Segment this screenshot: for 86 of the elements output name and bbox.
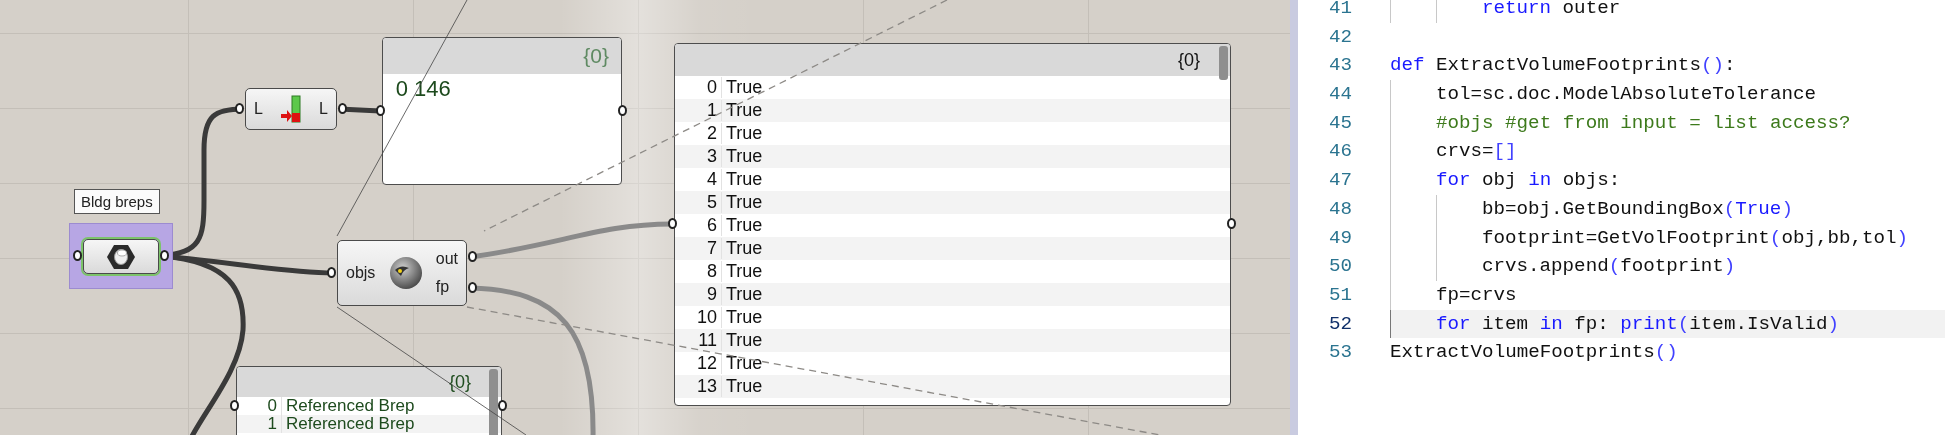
code-line: crvs.append(footprint) (1390, 252, 1945, 281)
brep-icon (104, 242, 138, 271)
tooltip: Bldg breps (74, 189, 160, 214)
code-line: crvs=[] (1390, 137, 1945, 167)
input-grip[interactable] (230, 400, 239, 411)
output-grip[interactable] (618, 105, 627, 116)
line-number: 50 (1327, 254, 1352, 280)
row-value: True (725, 100, 763, 121)
output-label: out (435, 249, 458, 269)
scrollbar[interactable] (489, 369, 498, 435)
row-index: 7 (675, 238, 722, 259)
output-grip[interactable] (1227, 218, 1236, 229)
row-index: 1 (675, 100, 722, 121)
row-index: 0 (394, 76, 409, 102)
line-number: 49 (1327, 225, 1352, 251)
row-index: 5 (675, 192, 722, 213)
row-index: 9 (675, 284, 722, 305)
row-index: 2 (675, 123, 722, 144)
output-grip[interactable] (468, 251, 477, 262)
row-index: 8 (675, 261, 722, 282)
brep-parameter[interactable] (83, 239, 159, 274)
row-value: True (725, 284, 763, 305)
input-grip[interactable] (327, 267, 336, 278)
input-grip[interactable] (235, 103, 244, 114)
row-index: 10 (675, 307, 722, 328)
output-grip[interactable] (498, 400, 507, 411)
output-label: L (319, 99, 328, 119)
path-label: {0} (583, 44, 609, 68)
line-number: 41 (1327, 0, 1352, 21)
row-index: 0 (675, 77, 722, 98)
row-value: True (725, 238, 763, 259)
code-line: #objs #get from input = list access? (1390, 108, 1945, 138)
row-value: Referenced Brep (285, 415, 415, 433)
row-value: Referenced Brep (285, 397, 415, 415)
row-value: 146 (413, 76, 451, 102)
row-index: 13 (675, 376, 722, 397)
line-number: 44 (1327, 82, 1352, 108)
code-line: ExtractVolumeFootprints() (1390, 340, 1679, 366)
row-value: True (725, 330, 763, 351)
row-index: 4 (675, 169, 722, 190)
output-label: fp (435, 277, 450, 297)
input-grip[interactable] (376, 105, 385, 116)
list-component[interactable]: L L (245, 88, 337, 130)
row-value: True (725, 353, 763, 374)
line-number: 52 (1327, 311, 1352, 337)
python-component[interactable]: objs out fp (337, 240, 467, 306)
line-number: 45 (1327, 110, 1352, 136)
line-number: 47 (1327, 168, 1352, 194)
line-number: 48 (1327, 196, 1352, 222)
code-line: bb=obj.GetBoundingBox(True) (1390, 194, 1945, 224)
list-length-icon (280, 95, 302, 123)
line-number: 51 (1327, 282, 1352, 308)
snake-icon (388, 256, 423, 290)
row-value: True (725, 192, 763, 213)
row-value: True (725, 376, 763, 397)
input-grip[interactable] (73, 250, 82, 261)
code-line: def ExtractVolumeFootprints(): (1390, 53, 1737, 79)
path-label: {0} (1177, 49, 1200, 71)
line-number: 43 (1327, 53, 1352, 79)
path-label: {0} (448, 371, 471, 393)
row-value: True (725, 215, 763, 236)
output-grip[interactable] (338, 103, 347, 114)
output-grip[interactable] (160, 250, 169, 261)
row-value: True (725, 261, 763, 282)
line-number: 53 (1327, 340, 1352, 366)
row-index: 11 (675, 330, 722, 351)
input-grip[interactable] (668, 218, 677, 229)
code-line: footprint=GetVolFootprint(obj,bb,tol) (1390, 223, 1945, 253)
row-value: True (725, 169, 763, 190)
row-index: 1 (237, 415, 282, 433)
output-grip[interactable] (468, 282, 477, 293)
row-value: True (725, 307, 763, 328)
input-label: L (254, 99, 263, 119)
code-line: fp=crvs (1390, 280, 1945, 310)
row-index: 12 (675, 353, 722, 374)
input-label: objs (346, 263, 376, 283)
line-number: 42 (1327, 24, 1352, 50)
row-index: 3 (675, 146, 722, 167)
scrollbar[interactable] (1219, 46, 1228, 80)
code-line: return outer (1390, 0, 1945, 23)
line-number: 46 (1327, 139, 1352, 165)
code-line: for obj in objs: (1390, 166, 1945, 195)
row-value: True (725, 123, 763, 144)
row-value: True (725, 146, 763, 167)
row-value: True (725, 77, 763, 98)
code-line: tol=sc.doc.ModelAbsoluteTolerance (1390, 80, 1945, 109)
